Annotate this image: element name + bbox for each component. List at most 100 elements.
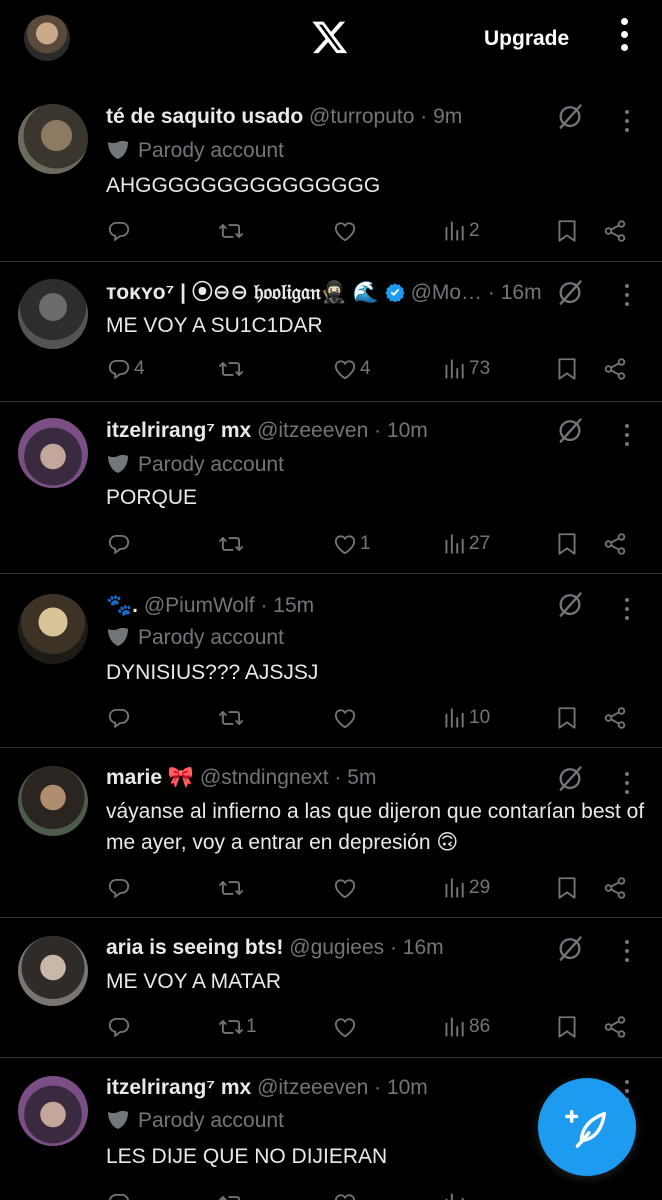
tweet-actions — [0, 1188, 662, 1200]
bookmark-icon — [554, 356, 580, 382]
avatar[interactable] — [18, 1076, 88, 1146]
views-button[interactable]: 2 — [441, 216, 480, 246]
like-button[interactable] — [332, 1188, 358, 1200]
repost-button[interactable] — [218, 216, 246, 246]
views-button[interactable]: 27 — [441, 529, 490, 559]
grok-icon[interactable] — [556, 278, 584, 306]
views-button[interactable]: 86 — [441, 1012, 490, 1042]
avatar[interactable] — [18, 766, 88, 836]
more-options-icon[interactable] — [622, 424, 632, 448]
share-button[interactable] — [602, 703, 628, 733]
more-options-icon[interactable] — [622, 940, 632, 964]
author-handle[interactable]: @turroputo · 9m — [309, 105, 462, 128]
repost-icon — [218, 531, 244, 557]
tweet[interactable]: 🐾. @PiumWolf · 15m Parody account DYNISI… — [0, 574, 662, 748]
avatar[interactable] — [18, 936, 88, 1006]
bookmark-button[interactable] — [554, 1012, 580, 1042]
bookmark-button[interactable] — [554, 873, 580, 903]
avatar[interactable] — [18, 279, 88, 349]
tweet-actions: 1 86 — [0, 1012, 662, 1042]
reply-button[interactable] — [106, 873, 134, 903]
grok-icon[interactable] — [556, 934, 584, 962]
repost-icon — [218, 356, 244, 382]
tweet[interactable]: itzelrirang⁷ mx @itzeeeven · 10m Parody … — [0, 402, 662, 574]
bookmark-button[interactable] — [554, 703, 580, 733]
avatar[interactable] — [18, 104, 88, 174]
reply-button[interactable] — [106, 1188, 132, 1200]
reply-button[interactable] — [106, 1012, 134, 1042]
author-name[interactable]: itzelrirang⁷ mx — [106, 419, 251, 442]
share-icon — [602, 875, 628, 901]
like-button[interactable] — [332, 703, 360, 733]
author-name[interactable]: marie 🎀 — [106, 766, 194, 789]
avatar[interactable] — [18, 594, 88, 664]
author-name[interactable]: aria is seeing bts! — [106, 936, 283, 959]
tweet[interactable]: té de saquito usado @turroputo · 9m Paro… — [0, 82, 662, 262]
tweet-text: ME VOY A SU1C1DAR — [106, 314, 323, 337]
tweet[interactable]: marie 🎀 @stndingnext · 5m váyanse al inf… — [0, 748, 662, 918]
views-button[interactable]: 73 — [441, 354, 490, 384]
author-name[interactable]: té de saquito usado — [106, 105, 303, 128]
more-options-icon[interactable] — [622, 772, 632, 796]
views-button[interactable]: 10 — [441, 703, 490, 733]
share-button[interactable] — [602, 873, 628, 903]
repost-button[interactable] — [218, 873, 246, 903]
repost-button[interactable] — [218, 354, 246, 384]
more-options-icon[interactable] — [622, 598, 632, 622]
more-options-icon[interactable] — [622, 284, 632, 308]
like-button[interactable] — [332, 216, 360, 246]
bookmark-button[interactable] — [554, 529, 580, 559]
grok-icon[interactable] — [556, 764, 584, 792]
share-button[interactable] — [602, 216, 628, 246]
heart-icon — [332, 218, 358, 244]
tweet-text: váyanse al infierno a las que dijeron qu… — [106, 800, 645, 854]
views-button[interactable] — [441, 1188, 467, 1200]
share-icon — [602, 356, 628, 382]
tweet[interactable]: aria is seeing bts! @gugiees · 16m ME VO… — [0, 918, 662, 1058]
avatar[interactable] — [18, 418, 88, 488]
more-options-icon[interactable] — [622, 110, 632, 134]
author-name[interactable]: ᴛᴏᴋʏᴏ⁷ | ⦿⊖⊖ 𝔥𝔬𝔬𝔩𝔦𝔤𝔞𝔫🥷🏻 🌊 — [106, 281, 379, 304]
reply-button[interactable] — [106, 216, 134, 246]
reply-button[interactable] — [106, 703, 134, 733]
reply-button[interactable]: 4 — [106, 354, 145, 384]
author-handle[interactable]: @itzeeeven · 10m — [257, 419, 428, 442]
repost-button[interactable] — [218, 529, 246, 559]
upgrade-button[interactable]: Upgrade — [484, 27, 569, 51]
vertical-ellipsis-icon[interactable] — [618, 18, 630, 56]
like-button[interactable]: 1 — [332, 529, 371, 559]
bookmark-button[interactable] — [554, 354, 580, 384]
author-name[interactable]: 🐾. — [106, 594, 138, 617]
reply-icon — [106, 531, 132, 557]
compose-post-button[interactable] — [538, 1078, 636, 1176]
feather-plus-icon — [565, 1109, 606, 1148]
grok-icon[interactable] — [556, 590, 584, 618]
author-handle[interactable]: @Mo… · 16m — [411, 281, 542, 304]
grok-icon[interactable] — [556, 102, 584, 130]
like-button[interactable]: 4 — [332, 354, 371, 384]
share-button[interactable] — [602, 354, 628, 384]
repost-button[interactable]: 1 — [218, 1012, 257, 1042]
repost-icon — [218, 1014, 244, 1040]
share-button[interactable] — [602, 1012, 628, 1042]
repost-button[interactable] — [218, 1188, 244, 1200]
x-logo-icon[interactable] — [310, 18, 350, 56]
reply-icon — [106, 1190, 132, 1200]
reply-button[interactable] — [106, 529, 134, 559]
author-name[interactable]: itzelrirang⁷ mx — [106, 1076, 251, 1099]
repost-button[interactable] — [218, 703, 246, 733]
views-button[interactable]: 29 — [441, 873, 490, 903]
profile-avatar[interactable] — [24, 15, 70, 61]
grok-icon[interactable] — [556, 416, 584, 444]
like-button[interactable] — [332, 1012, 360, 1042]
author-handle[interactable]: @gugiees · 16m — [289, 936, 443, 959]
heart-icon — [332, 531, 358, 557]
bookmark-button[interactable] — [554, 216, 580, 246]
author-handle[interactable]: @PiumWolf · 15m — [144, 594, 314, 617]
author-handle[interactable]: @stndingnext · 5m — [200, 766, 377, 789]
tweet[interactable]: ᴛᴏᴋʏᴏ⁷ | ⦿⊖⊖ 𝔥𝔬𝔬𝔩𝔦𝔤𝔞𝔫🥷🏻 🌊 @Mo… · 16m ME … — [0, 262, 662, 402]
share-button[interactable] — [602, 529, 628, 559]
like-button[interactable] — [332, 873, 360, 903]
author-handle[interactable]: @itzeeeven · 10m — [257, 1076, 428, 1099]
tweet-actions: 1 27 — [0, 529, 662, 559]
